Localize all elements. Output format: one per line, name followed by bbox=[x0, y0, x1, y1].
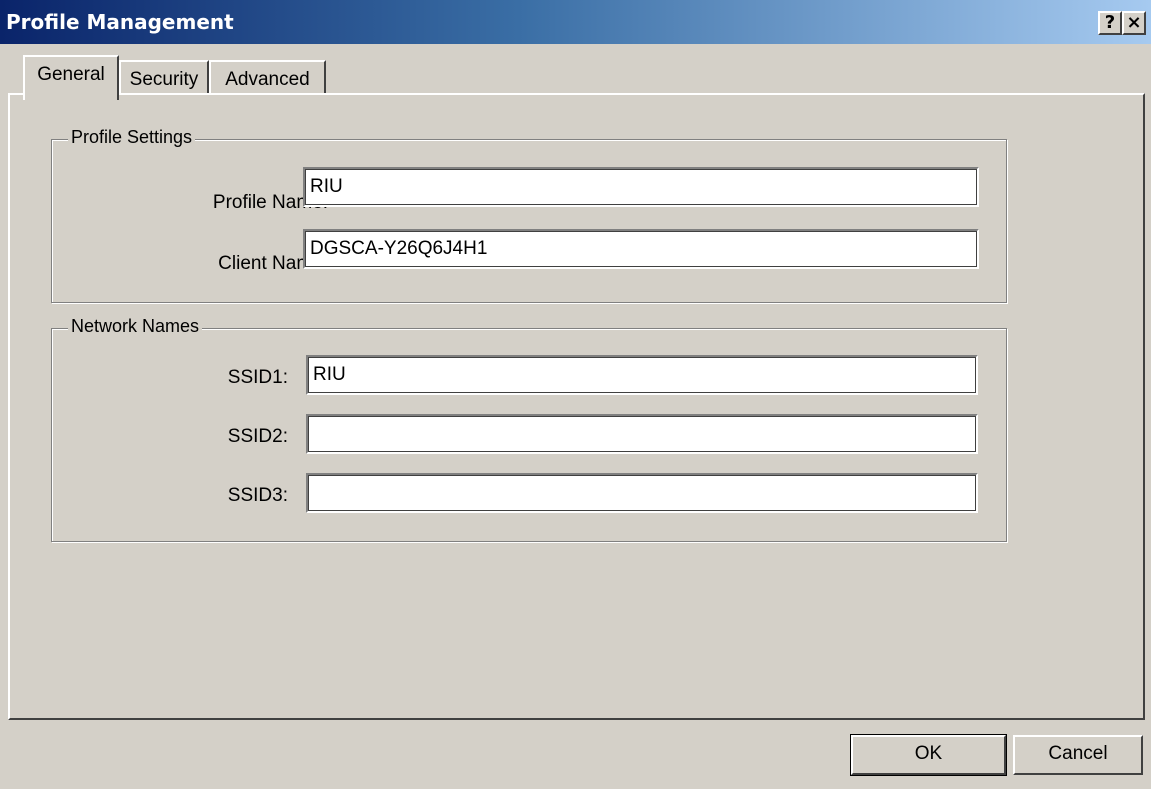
close-button[interactable]: × bbox=[1122, 11, 1146, 35]
client-name-input[interactable] bbox=[303, 229, 979, 269]
window-title: Profile Management bbox=[6, 10, 234, 34]
ssid1-label: SSID1: bbox=[227, 367, 288, 388]
client-name-label: Client Name: bbox=[218, 253, 328, 274]
tab-panel-general: Profile Settings Profile Name: Client Na… bbox=[8, 93, 1145, 720]
tab-general[interactable]: General bbox=[23, 55, 119, 100]
network-names-group: Network Names SSID1: SSID2: SSID3: bbox=[51, 316, 1007, 542]
ssid2-input[interactable] bbox=[306, 414, 978, 454]
cancel-button[interactable]: Cancel bbox=[1013, 735, 1143, 775]
help-button[interactable]: ? bbox=[1098, 11, 1122, 35]
profile-settings-group: Profile Settings Profile Name: Client Na… bbox=[51, 127, 1007, 303]
profile-name-label: Profile Name: bbox=[212, 192, 328, 213]
ssid3-input[interactable] bbox=[306, 473, 978, 513]
network-names-legend: Network Names bbox=[68, 316, 203, 337]
profile-settings-legend: Profile Settings bbox=[68, 127, 196, 148]
ssid2-label: SSID2: bbox=[227, 426, 288, 447]
title-bar: Profile Management ? × bbox=[0, 0, 1151, 44]
ok-button[interactable]: OK bbox=[850, 734, 1007, 776]
ssid3-label: SSID3: bbox=[227, 485, 288, 506]
ssid1-input[interactable] bbox=[306, 355, 978, 395]
profile-name-input[interactable] bbox=[303, 167, 979, 207]
